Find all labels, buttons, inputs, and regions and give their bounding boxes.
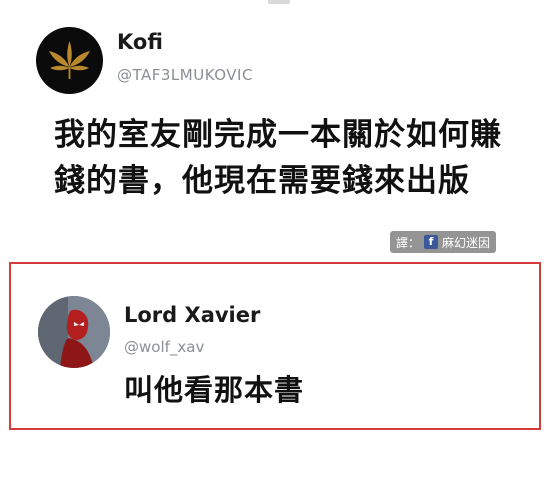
facebook-icon: f [424, 235, 439, 249]
tweet-author-handle[interactable]: @TAF3LMUKOVIC [117, 66, 253, 84]
watermark-prefix: 譯： [396, 235, 421, 250]
tweet-author-name[interactable]: Kofi [117, 30, 163, 54]
reply-text: 叫他看那本書 [124, 373, 305, 407]
reply-author-handle[interactable]: @wolf_xav [124, 338, 204, 356]
lord-xavier-avatar[interactable] [38, 296, 110, 368]
tweet-text: 我的室友剛完成一本關於如何賺錢的書，他現在需要錢來出版 [54, 117, 502, 199]
translation-watermark: 譯： f 麻幻迷因 [390, 231, 497, 253]
leaf-icon [49, 41, 90, 79]
spiderman-figure-icon [38, 296, 110, 368]
kofi-avatar[interactable] [36, 27, 103, 94]
reply-author-name[interactable]: Lord Xavier [124, 303, 260, 327]
watermark-page-name: 麻幻迷因 [442, 235, 491, 250]
top-divider [268, 0, 290, 4]
